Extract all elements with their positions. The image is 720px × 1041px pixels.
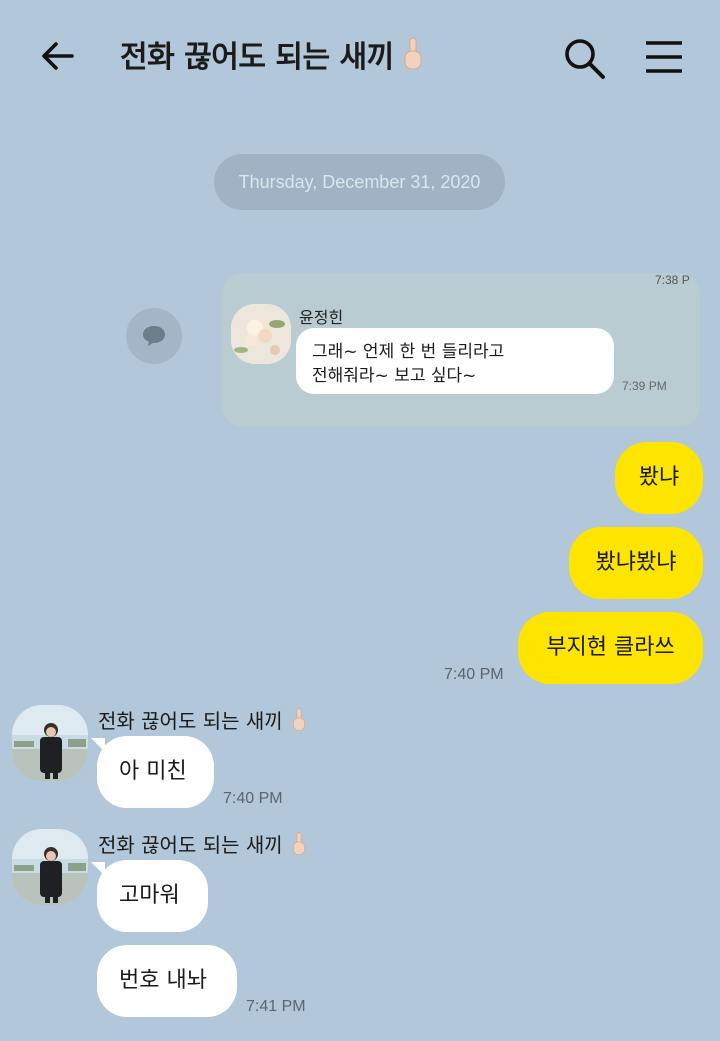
middle-finger-emoji-icon — [404, 37, 422, 70]
search-icon[interactable] — [562, 36, 606, 80]
back-arrow-icon[interactable] — [38, 36, 78, 76]
date-divider: Thursday, December 31, 2020 — [214, 154, 505, 210]
flower-avatar-icon — [231, 304, 291, 364]
incoming-message[interactable]: 아 미친 — [97, 736, 214, 808]
shared-message-line-1: 그래~ 언제 한 번 들리라고 — [312, 342, 505, 362]
incoming-sender-name: 전화 끊어도 되는 새끼 — [98, 829, 307, 858]
shared-image-top-time: 7:38 P — [655, 273, 690, 287]
person-photo-icon — [12, 705, 88, 781]
person-photo-icon — [12, 829, 88, 905]
shared-sender-avatar — [231, 304, 291, 364]
shared-message-bubble: 그래~ 언제 한 번 들리라고 전해줘라~ 보고 싶다~ — [296, 328, 614, 394]
speech-bubble-icon — [143, 326, 165, 346]
shared-sender-name: 윤정힌 — [299, 308, 344, 327]
chat-title: 전화 끊어도 되는 새끼 — [120, 32, 424, 76]
share-button[interactable] — [126, 308, 182, 364]
incoming-sender-name: 전화 끊어도 되는 새끼 — [98, 705, 307, 734]
chat-title-text: 전화 끊어도 되는 새끼 — [120, 40, 394, 75]
incoming-sender-text: 전화 끊어도 되는 새끼 — [98, 709, 283, 733]
contact-avatar[interactable] — [12, 829, 88, 905]
contact-avatar[interactable] — [12, 705, 88, 781]
incoming-message[interactable]: 고마워 — [97, 860, 208, 932]
outgoing-message[interactable]: 봤냐 — [615, 442, 703, 514]
middle-finger-emoji-icon — [292, 707, 305, 731]
incoming-message[interactable]: 번호 내놔 — [97, 945, 237, 1017]
incoming-sender-text: 전화 끊어도 되는 새끼 — [98, 833, 283, 857]
outgoing-message[interactable]: 봤냐봤냐 — [569, 527, 703, 599]
middle-finger-emoji-icon — [292, 831, 305, 855]
menu-icon[interactable] — [644, 40, 684, 74]
shared-message-time: 7:39 PM — [622, 379, 667, 393]
incoming-time: 7:41 PM — [246, 998, 306, 1015]
outgoing-time: 7:40 PM — [444, 666, 504, 683]
outgoing-message[interactable]: 부지현 클라쓰 — [518, 612, 703, 684]
incoming-time: 7:40 PM — [223, 790, 283, 807]
shared-message-line-2: 전해줘라~ 보고 싶다~ — [312, 366, 477, 386]
